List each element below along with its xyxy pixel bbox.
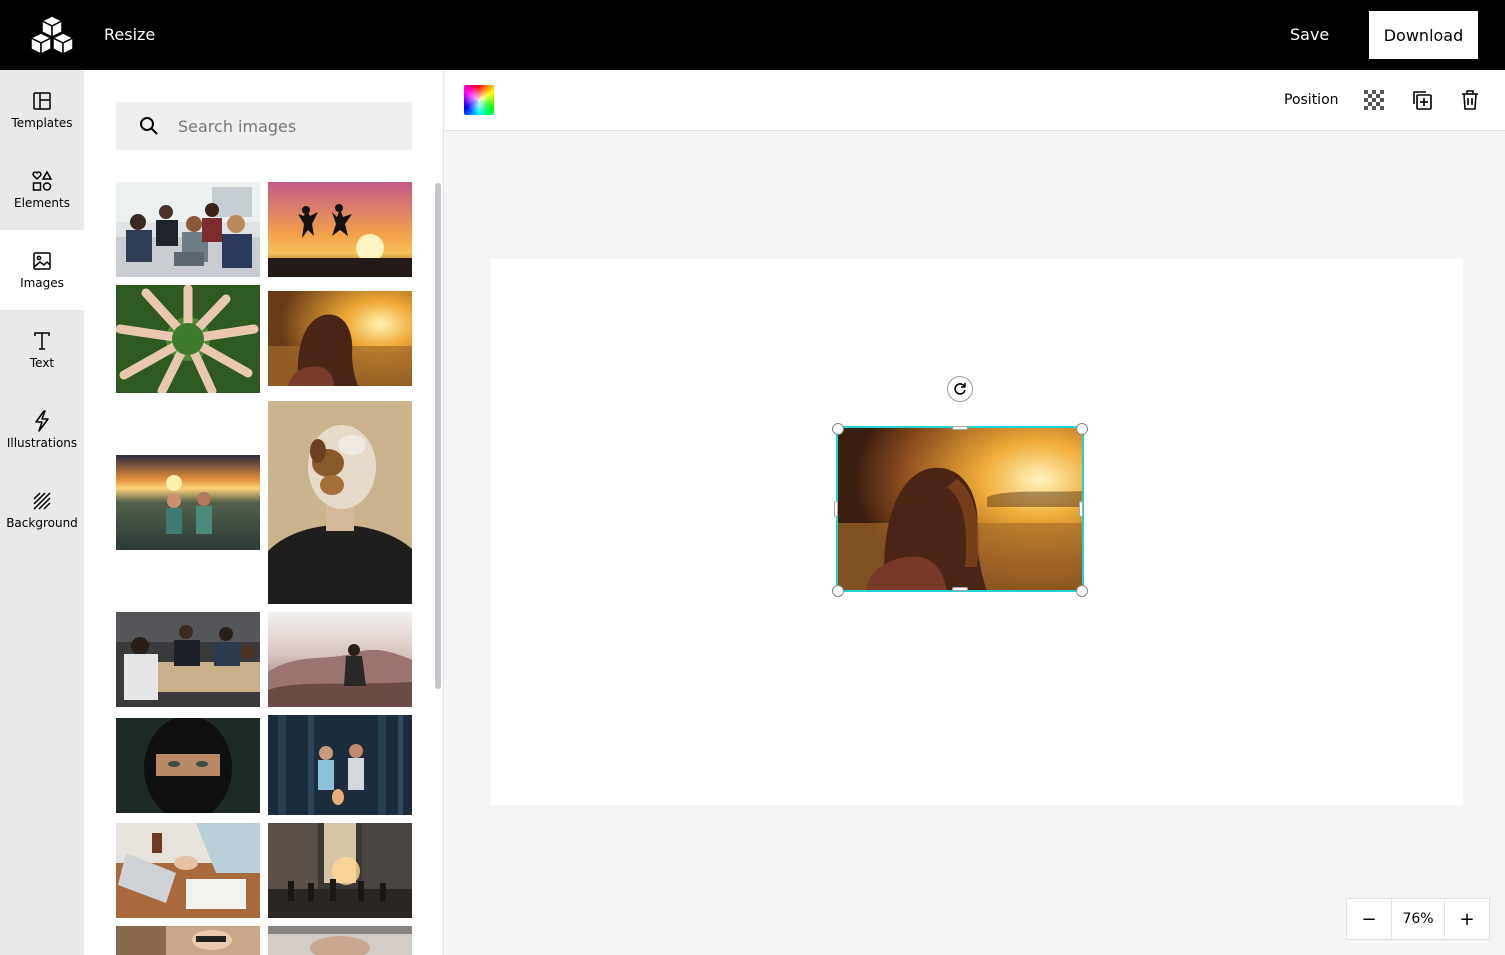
templates-icon xyxy=(31,90,53,112)
resize-handle-left[interactable] xyxy=(834,501,838,517)
nav-item-text[interactable]: Text xyxy=(0,310,84,390)
search-input[interactable] xyxy=(178,114,398,138)
selection-outline xyxy=(836,426,1084,592)
image-thumbnail[interactable] xyxy=(116,926,260,955)
resize-handle-top-left[interactable] xyxy=(832,423,844,435)
thumbnail-sunset-jump xyxy=(268,182,412,277)
image-thumbnail[interactable] xyxy=(268,926,412,955)
thumbnail-hijab-woman xyxy=(116,718,260,813)
resize-handle-top-right[interactable] xyxy=(1076,423,1088,435)
zoom-in-button[interactable]: + xyxy=(1445,899,1489,939)
editor-toolbar: Position xyxy=(445,70,1505,131)
thumbnail-kids-sunset xyxy=(116,455,260,550)
thumbnail-office-people xyxy=(116,612,260,707)
zoom-control: − 76% + xyxy=(1346,898,1490,940)
position-button[interactable]: Position xyxy=(1284,90,1339,110)
image-thumbnail[interactable] xyxy=(116,455,260,550)
side-navigation: Templates Elements Images Text Illustrat… xyxy=(0,70,84,955)
zoom-level: 76% xyxy=(1391,899,1445,939)
lightning-icon xyxy=(31,409,53,432)
trash-icon[interactable] xyxy=(1459,89,1481,111)
image-thumbnail[interactable] xyxy=(268,401,412,604)
thumbnail-partial-hands xyxy=(268,926,412,955)
rotate-icon xyxy=(954,383,966,395)
duplicate-icon[interactable] xyxy=(1411,89,1433,111)
thumbnail-meeting xyxy=(116,182,260,277)
nav-label-images: Images xyxy=(20,275,64,290)
nav-item-illustrations[interactable]: Illustrations xyxy=(0,390,84,470)
transparency-icon[interactable] xyxy=(1363,89,1385,111)
thumbnail-hands-circle xyxy=(116,285,260,393)
thumbnail-mountain-woman xyxy=(268,612,412,707)
search-box xyxy=(116,102,412,150)
nav-item-elements[interactable]: Elements xyxy=(0,150,84,230)
image-thumbnail[interactable] xyxy=(268,182,412,277)
nav-label-text: Text xyxy=(29,355,55,370)
images-panel xyxy=(84,70,444,955)
image-thumbnail[interactable] xyxy=(116,823,260,918)
rotate-handle[interactable] xyxy=(947,376,973,402)
thumbnail-butterfly-portrait xyxy=(268,401,412,604)
nav-label-illustrations: Illustrations xyxy=(6,435,78,450)
download-button[interactable]: Download xyxy=(1369,11,1478,59)
search-icon xyxy=(140,117,158,135)
nav-item-templates[interactable]: Templates xyxy=(0,70,84,150)
text-icon xyxy=(31,330,53,352)
image-thumbnail[interactable] xyxy=(268,715,412,815)
nav-label-templates: Templates xyxy=(11,115,73,130)
resize-handle-right[interactable] xyxy=(1079,501,1083,517)
image-thumbnail[interactable] xyxy=(268,823,412,918)
zoom-out-button[interactable]: − xyxy=(1347,899,1391,939)
thumbnail-city-street xyxy=(268,823,412,918)
background-pattern-icon xyxy=(31,490,53,512)
top-bar: Resize Save Download xyxy=(0,0,1505,70)
color-picker-button[interactable] xyxy=(464,85,494,115)
image-thumbnail[interactable] xyxy=(116,285,260,393)
elements-icon xyxy=(31,169,53,192)
thumbnail-kids-forest xyxy=(268,715,412,815)
logo-cubes-icon[interactable] xyxy=(30,14,74,58)
resize-button[interactable]: Resize xyxy=(104,24,155,46)
thumbnail-laptop-desk xyxy=(116,823,260,918)
image-thumbnail[interactable] xyxy=(116,182,260,277)
resize-handle-bottom[interactable] xyxy=(952,587,968,591)
thumbnail-girl-field xyxy=(268,291,412,386)
resize-handle-bottom-left[interactable] xyxy=(832,585,844,597)
image-thumbnail[interactable] xyxy=(116,718,260,813)
panel-scrollbar[interactable] xyxy=(435,183,441,689)
nav-label-background: Background xyxy=(6,515,78,530)
thumbnail-partial-sunglasses xyxy=(116,926,260,955)
resize-handle-bottom-right[interactable] xyxy=(1076,585,1088,597)
nav-label-elements: Elements xyxy=(14,195,70,210)
nav-item-background[interactable]: Background xyxy=(0,470,84,550)
nav-item-images[interactable]: Images xyxy=(0,230,84,310)
image-thumbnail[interactable] xyxy=(116,612,260,707)
image-thumbnail[interactable] xyxy=(268,612,412,707)
save-button[interactable]: Save xyxy=(1290,24,1329,46)
images-icon xyxy=(31,250,53,272)
image-thumbnail[interactable] xyxy=(268,291,412,386)
resize-handle-top[interactable] xyxy=(952,426,968,430)
